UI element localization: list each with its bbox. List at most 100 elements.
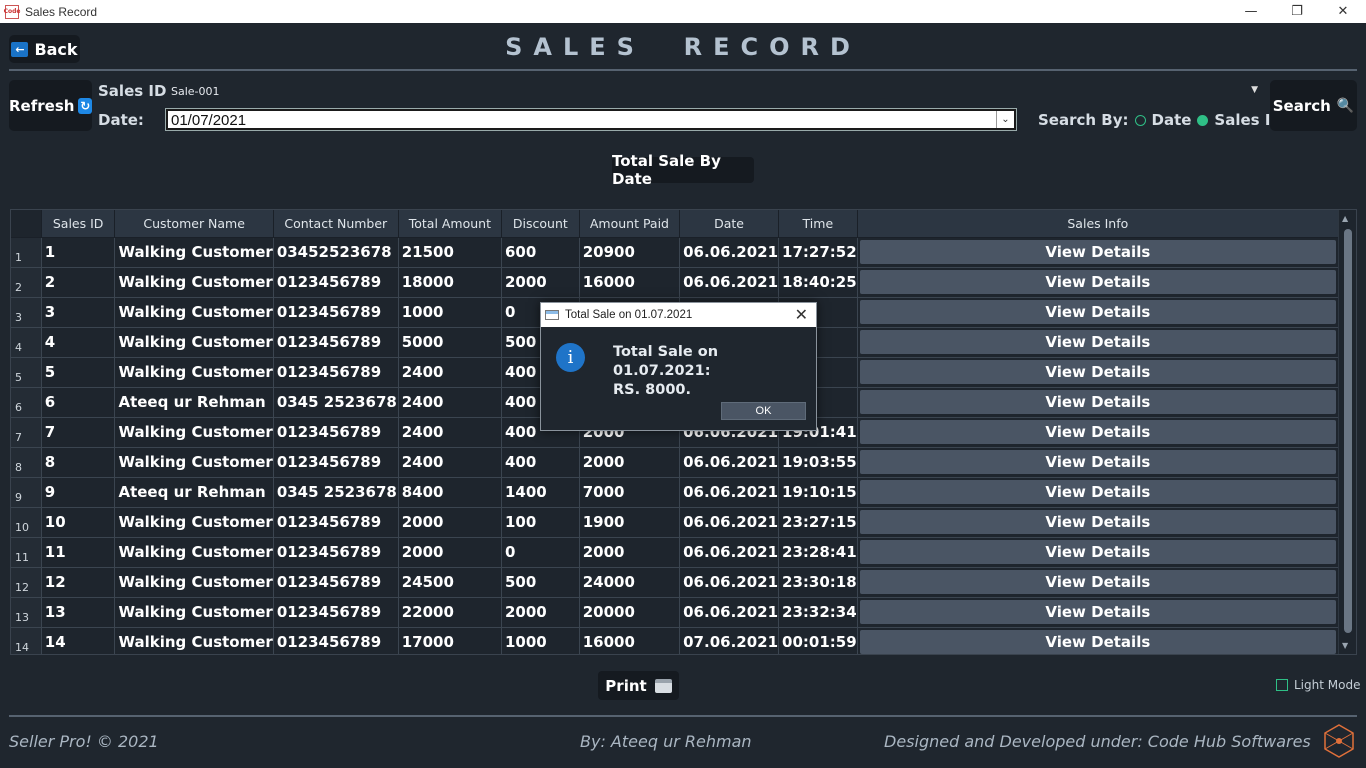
sales-id-combobox[interactable]: Sale-001 ▼ xyxy=(166,81,1262,101)
cell-sales-info: View Details xyxy=(857,327,1340,358)
cell-total: 1000 xyxy=(398,297,503,328)
cell-sales-info: View Details xyxy=(857,267,1340,298)
chevron-down-icon[interactable]: ▼ xyxy=(1251,85,1258,95)
cell-id: 11 xyxy=(41,537,116,568)
column-header[interactable]: Amount Paid xyxy=(579,210,681,238)
cell-sales-info: View Details xyxy=(857,477,1340,508)
table-row[interactable]: 13 13 Walking Customer 0123456789 22000 2000 2… xyxy=(11,597,1340,628)
view-details-button[interactable]: View Details xyxy=(859,330,1336,354)
close-window-button[interactable]: ✕ xyxy=(1320,0,1366,23)
row-number: 12 xyxy=(11,567,42,598)
view-details-button[interactable]: View Details xyxy=(859,630,1336,654)
table-header-row: Sales ID Customer Name Contact Number To… xyxy=(11,210,1340,238)
scrollbar-thumb[interactable] xyxy=(1344,229,1352,633)
date-picker[interactable]: 01/07/2021 ⌄ xyxy=(165,108,1017,131)
column-header[interactable]: Customer Name xyxy=(114,210,274,238)
table-row[interactable]: 1 1 Walking Customer 03452523678 21500 600 209… xyxy=(11,237,1340,268)
view-details-button[interactable]: View Details xyxy=(859,570,1336,594)
cell-discount: 2000 xyxy=(501,597,580,628)
cell-date: 06.06.2021 xyxy=(679,237,780,268)
row-number: 4 xyxy=(11,327,42,358)
footer-credits: Designed and Developed under: Code Hub S… xyxy=(884,732,1311,751)
cell-sales-info: View Details xyxy=(857,447,1340,478)
column-header[interactable]: Total Amount xyxy=(398,210,503,238)
cell-total: 22000 xyxy=(398,597,503,628)
cell-discount: 1000 xyxy=(501,627,580,654)
cell-date: 06.06.2021 xyxy=(679,477,780,508)
cell-paid: 2000 xyxy=(579,537,681,568)
refresh-icon: ↻ xyxy=(78,97,92,114)
column-header[interactable]: Date xyxy=(679,210,780,238)
column-header[interactable]: Discount xyxy=(501,210,580,238)
view-details-button[interactable]: View Details xyxy=(859,600,1336,624)
view-details-button[interactable]: View Details xyxy=(859,270,1336,294)
chevron-down-icon[interactable]: ⌄ xyxy=(996,111,1014,128)
cell-id: 7 xyxy=(41,417,116,448)
cell-contact: 0123456789 xyxy=(273,327,399,358)
table-row[interactable]: 11 11 Walking Customer 0123456789 2000 0 2000 0… xyxy=(11,537,1340,568)
cell-date: 06.06.2021 xyxy=(679,507,780,538)
search-icon: 🔍 xyxy=(1336,97,1355,114)
cell-sales-info: View Details xyxy=(857,297,1340,328)
total-sale-by-date-button[interactable]: Total Sale By Date xyxy=(612,152,754,188)
light-mode-label: Light Mode xyxy=(1294,678,1361,692)
view-details-button[interactable]: View Details xyxy=(859,360,1336,384)
row-number: 13 xyxy=(11,597,42,628)
minimize-button[interactable]: — xyxy=(1228,0,1274,23)
radio-date-label[interactable]: Date xyxy=(1152,111,1192,129)
radio-date[interactable] xyxy=(1134,114,1146,126)
cell-date: 06.06.2021 xyxy=(679,447,780,478)
sales-table[interactable]: Sales ID Customer Name Contact Number To… xyxy=(10,209,1357,655)
table-row[interactable]: 10 10 Walking Customer 0123456789 2000 100 190… xyxy=(11,507,1340,538)
cell-id: 9 xyxy=(41,477,116,508)
cell-discount: 2000 xyxy=(501,267,580,298)
cell-sales-info: View Details xyxy=(857,597,1340,628)
view-details-button[interactable]: View Details xyxy=(859,480,1336,504)
cell-contact: 0123456789 xyxy=(273,447,399,478)
view-details-button[interactable]: View Details xyxy=(859,450,1336,474)
print-button[interactable]: Print xyxy=(598,671,679,700)
light-mode-checkbox[interactable] xyxy=(1276,679,1288,691)
view-details-button[interactable]: View Details xyxy=(859,240,1336,264)
table-row[interactable]: 8 8 Walking Customer 0123456789 2400 400 2000 0… xyxy=(11,447,1340,478)
column-header[interactable]: Time xyxy=(778,210,858,238)
cell-discount: 1400 xyxy=(501,477,580,508)
cell-id: 8 xyxy=(41,447,116,478)
column-header[interactable]: Contact Number xyxy=(273,210,399,238)
refresh-button[interactable]: Refresh ↻ xyxy=(9,80,92,131)
cell-time: 19:10:15 xyxy=(778,477,858,508)
header-divider xyxy=(9,69,1357,71)
ok-button[interactable]: OK xyxy=(721,402,806,420)
scroll-down-icon[interactable]: ▼ xyxy=(1342,641,1348,650)
table-row[interactable]: 12 12 Walking Customer 0123456789 24500 500 24… xyxy=(11,567,1340,598)
view-details-button[interactable]: View Details xyxy=(859,420,1336,444)
cell-id: 1 xyxy=(41,237,116,268)
light-mode-toggle[interactable]: Light Mode xyxy=(1276,678,1360,692)
table-row[interactable]: 9 9 Ateeq ur Rehman 0345 2523678 8400 1400 700… xyxy=(11,477,1340,508)
total-sale-dialog[interactable]: Total Sale on 01.07.2021 ✕ i Total Sale … xyxy=(540,302,817,431)
vertical-scrollbar[interactable]: ▲ ▼ xyxy=(1338,210,1356,654)
cell-customer: Walking Customer xyxy=(114,537,274,568)
cell-sales-info: View Details xyxy=(857,417,1340,448)
printer-icon xyxy=(654,678,672,693)
cell-sales-info: View Details xyxy=(857,387,1340,418)
search-button[interactable]: Search 🔍 xyxy=(1270,80,1357,131)
cell-contact: 0345 2523678 xyxy=(273,387,399,418)
cell-time: 18:40:25 xyxy=(778,267,858,298)
column-header[interactable]: Sales Info xyxy=(857,210,1340,238)
restore-button[interactable]: ❐ xyxy=(1274,0,1320,23)
view-details-button[interactable]: View Details xyxy=(859,300,1336,324)
radio-sales-id[interactable] xyxy=(1197,114,1209,126)
table-row[interactable]: 14 14 Walking Customer 0123456789 17000 1000 1… xyxy=(11,627,1340,654)
view-details-button[interactable]: View Details xyxy=(859,390,1336,414)
scroll-up-icon[interactable]: ▲ xyxy=(1342,214,1348,223)
close-icon[interactable]: ✕ xyxy=(795,305,808,325)
column-header[interactable]: Sales ID xyxy=(41,210,116,238)
view-details-button[interactable]: View Details xyxy=(859,540,1336,564)
search-label: Search xyxy=(1272,96,1331,115)
cell-time: 00:01:59 xyxy=(778,627,858,654)
table-row[interactable]: 2 2 Walking Customer 0123456789 18000 2000 160… xyxy=(11,267,1340,298)
view-details-button[interactable]: View Details xyxy=(859,510,1336,534)
row-number: 9 xyxy=(11,477,42,508)
cell-paid: 16000 xyxy=(579,627,681,654)
